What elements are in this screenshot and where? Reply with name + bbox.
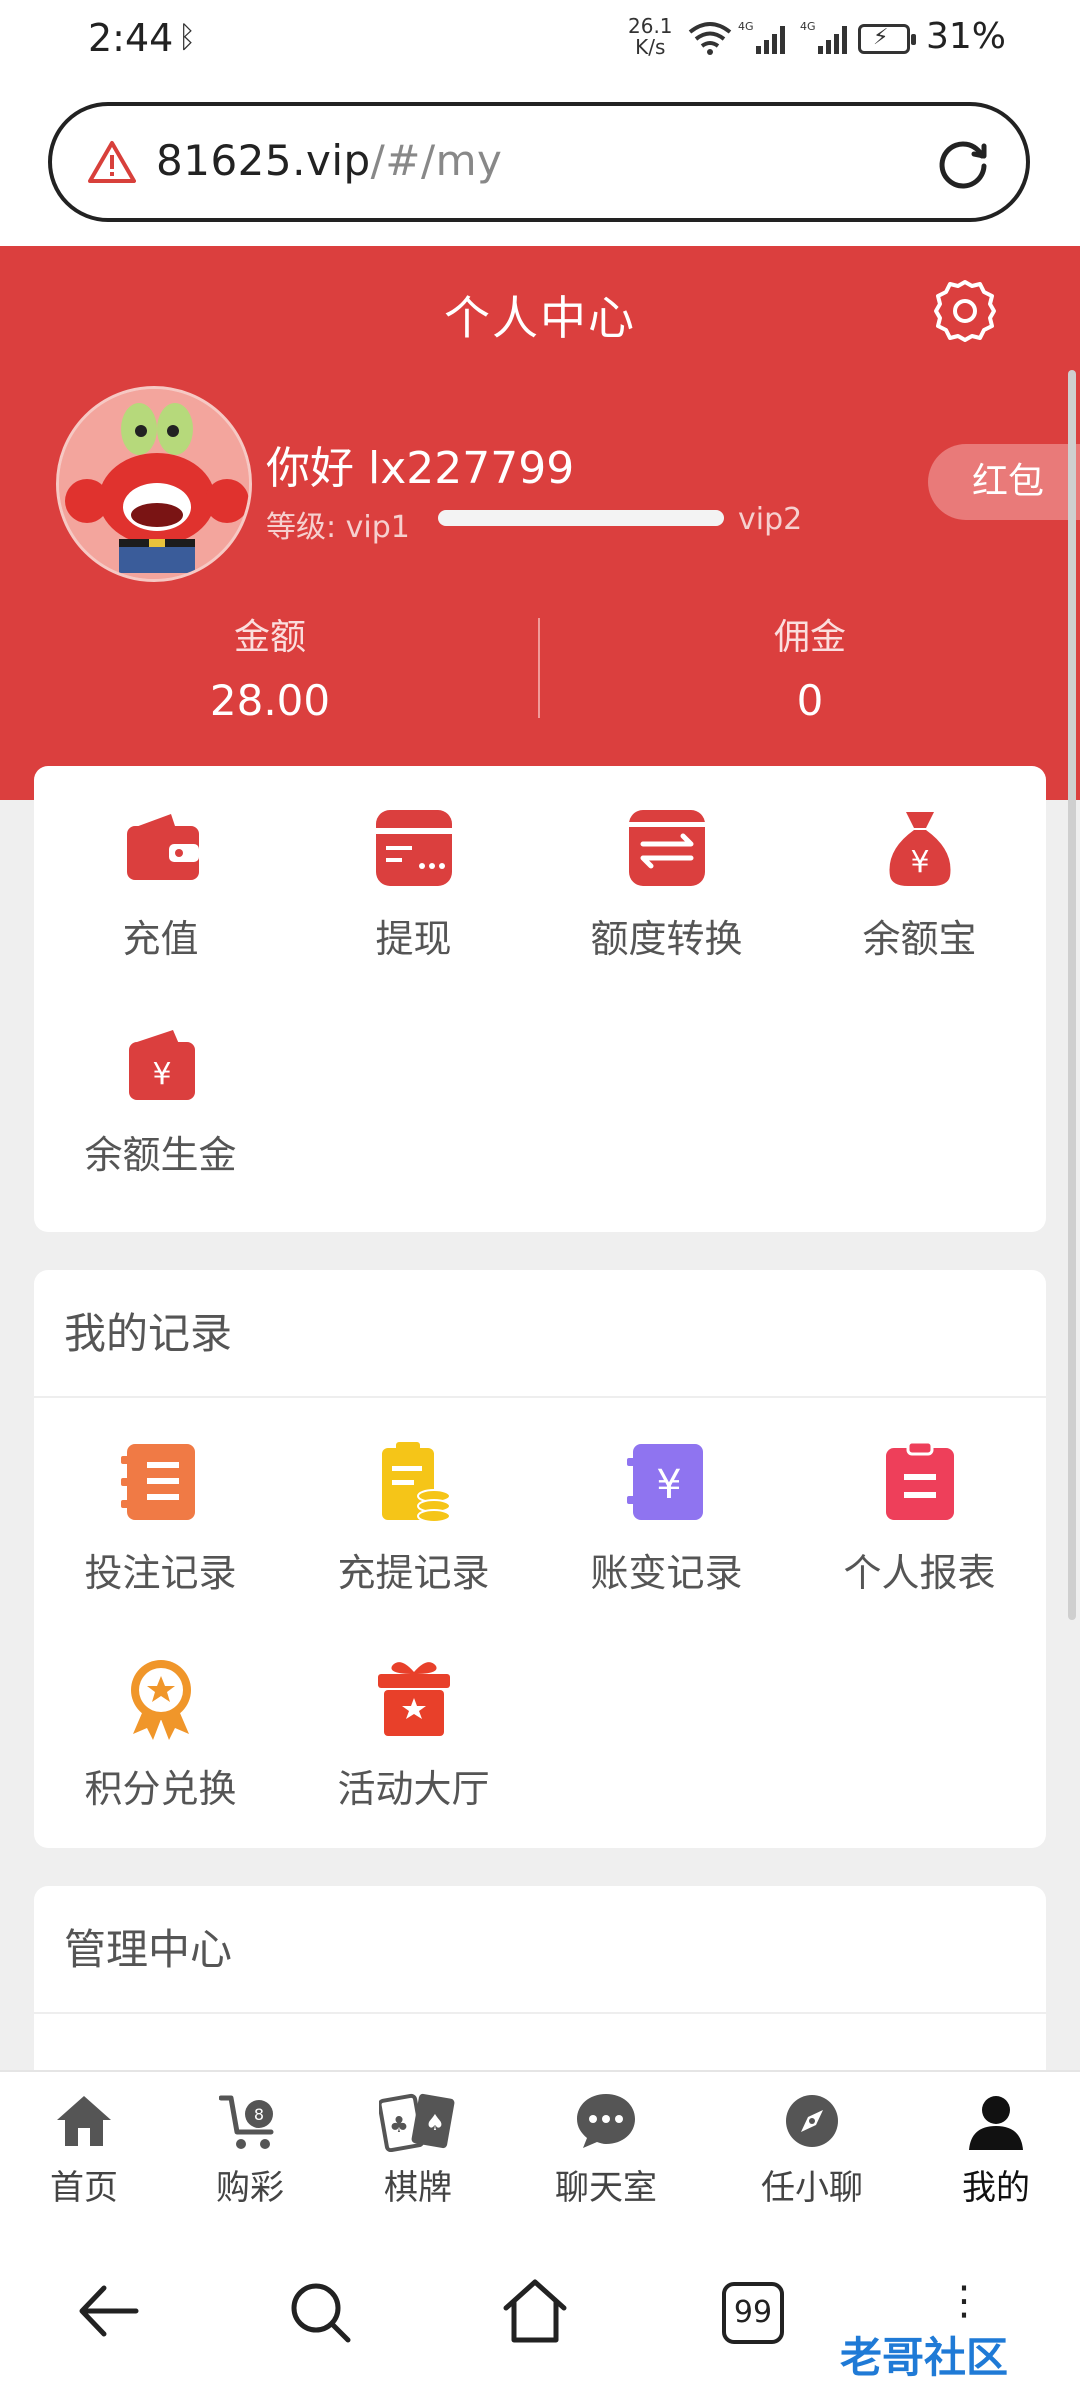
- svg-text:4G: 4G: [800, 20, 816, 33]
- status-time: 2:44: [88, 16, 174, 60]
- home-nav-icon[interactable]: [500, 2276, 570, 2346]
- signal-icon-2: 4G: [800, 20, 847, 54]
- url-text[interactable]: 81625.vip/#/my: [156, 136, 502, 185]
- search-icon[interactable]: [288, 2280, 354, 2346]
- svg-text:¥: ¥: [910, 845, 929, 880]
- cart-icon: 8: [219, 2095, 274, 2149]
- bet-record-icon: [120, 1444, 195, 1520]
- scrollbar[interactable]: [1068, 370, 1076, 1620]
- commission-value: 0: [796, 676, 824, 725]
- balance-block[interactable]: 金额 28.00: [0, 608, 540, 725]
- greeting-username: 你好 lx227799: [266, 443, 575, 494]
- level-progress-bar: [438, 510, 724, 526]
- account-change-button[interactable]: ¥ 账变记录: [540, 1440, 793, 1597]
- points-medal-icon: [130, 1660, 191, 1740]
- svg-text:♠: ♠: [425, 2111, 445, 2136]
- card-icon: [375, 810, 452, 886]
- commission-block[interactable]: 佣金 0: [540, 608, 1080, 725]
- svg-text:¥: ¥: [152, 1057, 171, 1092]
- management-title: 管理中心: [34, 1886, 1046, 2014]
- svg-text:¥: ¥: [656, 1462, 681, 1508]
- avatar-crab-icon: [59, 389, 249, 579]
- personal-report-button[interactable]: 个人报表: [793, 1440, 1046, 1597]
- wallet-icon: [126, 814, 199, 880]
- activity-hall-button[interactable]: 活动大厅: [287, 1656, 540, 1813]
- browser-toolbar: 81625.vip/#/my: [0, 82, 1080, 246]
- profile-header: 个人中心 你好 lx227799 等级: vip1 vip2 红包 金额 28.…: [0, 246, 1080, 800]
- status-bar: 2:44 ᛒ 26.1 K/s 4G 4G ⚡ 31%: [0, 0, 1080, 82]
- wallet-actions-card: 充值 提现 额度转换 ¥ 余额宝 ¥ 余额生金: [34, 766, 1046, 1232]
- money-bag-icon: ¥: [889, 812, 950, 886]
- tab-chatroom[interactable]: 聊天室: [540, 2090, 672, 2209]
- level-label: 等级: vip1: [266, 510, 410, 545]
- address-bar[interactable]: 81625.vip/#/my: [48, 102, 1030, 222]
- bluetooth-icon: ᛒ: [178, 20, 196, 55]
- avatar[interactable]: [56, 386, 252, 582]
- balance-label: 金额: [233, 617, 306, 658]
- home-icon: [57, 2096, 111, 2146]
- battery-percent: 31%: [926, 16, 1007, 57]
- transfer-icon: [628, 810, 705, 886]
- account-change-icon: ¥: [626, 1444, 703, 1520]
- withdraw-button[interactable]: 提现: [287, 806, 540, 963]
- deposit-record-button[interactable]: 充提记录: [287, 1440, 540, 1597]
- records-title: 我的记录: [34, 1270, 1046, 1398]
- tab-ren-xiaoliao[interactable]: 任小聊: [746, 2090, 878, 2209]
- next-level-label: vip2: [738, 502, 803, 537]
- records-card: 我的记录 投注记录 充提记录 ¥ 账变记录 个人报表 积分兑换 活动大厅: [34, 1270, 1046, 1848]
- transfer-button[interactable]: 额度转换: [540, 806, 793, 963]
- svg-text:♣: ♣: [389, 2113, 409, 2138]
- yen-wallet-icon: ¥: [128, 1030, 195, 1100]
- gift-icon: [377, 1662, 450, 1736]
- deposit-record-icon: [381, 1442, 451, 1523]
- svg-text:8: 8: [254, 2105, 264, 2124]
- compass-icon: [786, 2095, 838, 2147]
- watermark-logo: 老哥社区: [840, 2333, 1009, 2382]
- chat-icon: [577, 2094, 635, 2148]
- wifi-icon: [688, 22, 732, 55]
- system-nav-bar: 99 ⋮ 老哥社区: [0, 2232, 1080, 2400]
- signal-icon: 4G: [738, 20, 785, 54]
- page-title: 个人中心: [444, 291, 636, 345]
- tabs-count-button[interactable]: 99: [722, 2282, 784, 2344]
- commission-label: 佣金: [773, 617, 846, 658]
- battery-icon: ⚡: [858, 24, 916, 54]
- recharge-button[interactable]: 充值: [34, 806, 287, 963]
- cards-icon: ♣ ♠: [379, 2093, 455, 2152]
- balance-value: 28.00: [209, 676, 331, 725]
- svg-text:4G: 4G: [738, 20, 754, 33]
- settings-gear-icon[interactable]: [930, 276, 1000, 346]
- points-exchange-button[interactable]: 积分兑换: [34, 1656, 287, 1813]
- reload-icon[interactable]: [934, 134, 992, 192]
- tab-my[interactable]: 我的: [942, 2090, 1050, 2209]
- warning-icon[interactable]: [88, 140, 136, 184]
- tab-home[interactable]: 首页: [30, 2090, 138, 2209]
- tab-lottery[interactable]: 8 购彩: [196, 2090, 304, 2209]
- more-menu-icon[interactable]: ⋮: [944, 2278, 992, 2324]
- user-icon: [969, 2096, 1023, 2150]
- network-speed: 26.1 K/s: [628, 14, 673, 59]
- tab-cards[interactable]: ♣ ♠ 棋牌: [364, 2090, 472, 2209]
- red-packet-button[interactable]: 红包: [928, 444, 1080, 520]
- yuebao-button[interactable]: ¥ 余额宝: [793, 806, 1046, 963]
- back-arrow-icon[interactable]: [74, 2278, 140, 2344]
- balance-gold-button[interactable]: ¥ 余额生金: [34, 1022, 287, 1179]
- report-icon: [885, 1440, 954, 1520]
- bottom-tab-bar: 首页 8 购彩 ♣ ♠ 棋牌 聊天室 任小聊 我的: [0, 2070, 1080, 2232]
- bet-record-button[interactable]: 投注记录: [34, 1440, 287, 1597]
